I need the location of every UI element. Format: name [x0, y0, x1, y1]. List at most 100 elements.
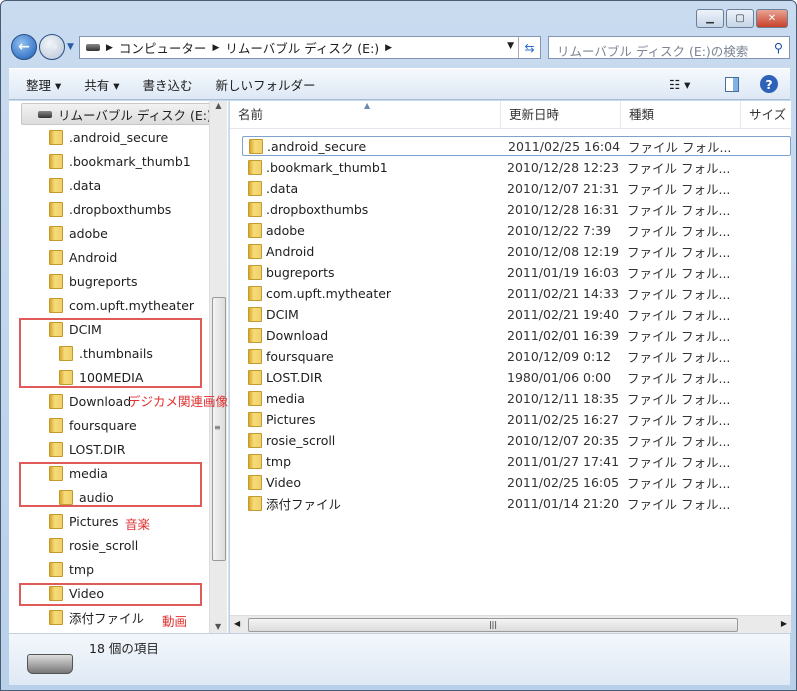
file-date: 2010/12/07 21:31: [507, 180, 620, 196]
view-options-icon[interactable]: ☷ ▾: [669, 77, 690, 92]
search-input[interactable]: リムーバブル ディスク (E:)の検索 ⚲: [548, 36, 790, 59]
address-bar[interactable]: ▶ コンピューター ▶ リムーバブル ディスク (E:) ▶ ▼ ⇆: [79, 36, 541, 59]
file-name: LOST.DIR: [266, 369, 323, 385]
file-row[interactable]: Download 2011/02/01 16:39 ファイル フォル...: [242, 325, 791, 345]
organize-button[interactable]: 整理 ▾: [26, 75, 61, 94]
tree-item-root[interactable]: リムーバブル ディスク (E:): [21, 103, 217, 125]
file-row[interactable]: LOST.DIR 1980/01/06 0:00 ファイル フォル...: [242, 367, 791, 387]
scroll-right-arrow[interactable]: ▶: [781, 619, 787, 628]
folder-icon: [248, 327, 262, 343]
file-type: ファイル フォル...: [627, 475, 731, 491]
file-date: 2011/01/27 17:41: [507, 453, 620, 469]
refresh-icon[interactable]: ⇆: [518, 37, 540, 58]
folder-icon: [248, 159, 262, 175]
tree-item[interactable]: rosie_scroll: [49, 534, 138, 556]
tree-item[interactable]: Download: [49, 390, 131, 412]
drive-icon: [86, 44, 100, 51]
folder-icon: [249, 138, 263, 154]
file-row[interactable]: foursquare 2010/12/09 0:12 ファイル フォル...: [242, 346, 791, 366]
drive-icon: [38, 110, 52, 118]
column-header-type[interactable]: 種類: [621, 101, 741, 129]
scroll-down-arrow[interactable]: ▼: [215, 622, 221, 631]
file-date: 2010/12/11 18:35: [507, 390, 620, 406]
folder-icon: [49, 249, 63, 265]
scroll-grip: ≡: [214, 423, 221, 432]
scroll-left-arrow[interactable]: ◀: [234, 619, 240, 628]
tree-item[interactable]: .dropboxthumbs: [49, 198, 171, 220]
folder-icon: [248, 474, 262, 490]
tree-item[interactable]: LOST.DIR: [49, 438, 125, 460]
file-type: ファイル フォル...: [627, 328, 731, 344]
file-row[interactable]: media 2010/12/11 18:35 ファイル フォル...: [242, 388, 791, 408]
breadcrumb-separator[interactable]: ▶: [106, 43, 113, 53]
file-row[interactable]: com.upft.mytheater 2011/02/21 14:33 ファイル フ…: [242, 283, 791, 303]
column-header-date[interactable]: 更新日時: [501, 101, 621, 129]
folder-icon: [49, 297, 63, 313]
scrollbar-thumb[interactable]: |||: [248, 618, 738, 632]
tree-item[interactable]: Android: [49, 246, 117, 268]
tree-item[interactable]: Pictures: [49, 510, 119, 532]
horizontal-scrollbar[interactable]: ◀ ||| ▶: [230, 615, 791, 633]
file-row[interactable]: rosie_scroll 2010/12/07 20:35 ファイル フォル...: [242, 430, 791, 450]
column-header-size[interactable]: サイズ: [741, 101, 797, 129]
file-type: ファイル フォル...: [627, 454, 731, 470]
file-row[interactable]: Android 2010/12/08 12:19 ファイル フォル...: [242, 241, 791, 261]
breadcrumb-separator[interactable]: ▶: [212, 43, 219, 53]
tree-item[interactable]: tmp: [49, 558, 94, 580]
back-button[interactable]: ←: [11, 34, 37, 60]
breadcrumb-computer[interactable]: コンピューター: [119, 38, 207, 57]
minimize-button[interactable]: ▁: [696, 9, 724, 28]
breadcrumb-removable-disk[interactable]: リムーバブル ディスク (E:): [225, 38, 379, 57]
tree-item-label: .dropboxthumbs: [69, 201, 172, 217]
scroll-up-arrow[interactable]: ▲: [210, 101, 227, 110]
file-row[interactable]: adobe 2010/12/22 7:39 ファイル フォル...: [242, 220, 791, 240]
file-name: media: [266, 390, 305, 406]
address-history-dropdown[interactable]: ▼: [507, 41, 514, 51]
file-row[interactable]: .data 2010/12/07 21:31 ファイル フォル...: [242, 178, 791, 198]
maximize-button[interactable]: ▢: [726, 9, 754, 28]
tree-item[interactable]: .bookmark_thumb1: [49, 150, 191, 172]
tree-item[interactable]: .data: [49, 174, 101, 196]
forward-button[interactable]: →: [39, 34, 65, 60]
folder-icon: [49, 441, 63, 457]
folder-icon: [49, 153, 63, 169]
command-bar: 整理 ▾ 共有 ▾ 書き込む 新しいフォルダー ☷ ▾ ?: [9, 68, 790, 100]
file-date: 2011/02/25 16:04: [508, 138, 621, 154]
tree-item-label: Pictures: [69, 513, 119, 529]
help-icon[interactable]: ?: [760, 75, 778, 93]
file-row[interactable]: Pictures 2011/02/25 16:27 ファイル フォル...: [242, 409, 791, 429]
file-row[interactable]: bugreports 2011/01/19 16:03 ファイル フォル...: [242, 262, 791, 282]
tree-item[interactable]: bugreports: [49, 270, 137, 292]
tree-item[interactable]: .android_secure: [49, 126, 168, 148]
folder-icon: [49, 393, 63, 409]
file-type: ファイル フォル...: [627, 496, 731, 512]
tree-item[interactable]: com.upft.mytheater: [49, 294, 194, 316]
file-row[interactable]: Video 2011/02/25 16:05 ファイル フォル...: [242, 472, 791, 492]
share-button[interactable]: 共有 ▾: [84, 75, 119, 94]
file-row[interactable]: DCIM 2011/02/21 19:40 ファイル フォル...: [242, 304, 791, 324]
file-date: 2011/01/14 21:20: [507, 495, 620, 511]
tree-item[interactable]: foursquare: [49, 414, 137, 436]
nav-buttons: ← → ▼: [11, 34, 74, 60]
folder-icon: [49, 177, 63, 193]
column-header-name[interactable]: 名前 ▲: [230, 101, 501, 129]
tree-item-label: foursquare: [69, 417, 137, 433]
close-button[interactable]: ✕: [756, 9, 788, 28]
file-row[interactable]: .dropboxthumbs 2010/12/28 16:31 ファイル フォル..…: [242, 199, 791, 219]
file-row[interactable]: .android_secure 2011/02/25 16:04 ファイル フォル.…: [242, 136, 791, 156]
highlight-box-dcim: [19, 318, 202, 388]
tree-item[interactable]: 添付ファイル: [49, 606, 144, 628]
file-type: ファイル フォル...: [627, 286, 731, 302]
preview-pane-icon[interactable]: [725, 76, 739, 92]
search-icon[interactable]: ⚲: [774, 40, 783, 55]
navigation-pane-scrollbar[interactable]: ▲ ≡ ▼: [209, 101, 227, 633]
breadcrumb-separator[interactable]: ▶: [385, 43, 392, 53]
file-date: 2011/02/21 14:33: [507, 285, 620, 301]
file-row[interactable]: 添付ファイル 2011/01/14 21:20 ファイル フォル...: [242, 493, 791, 513]
recent-pages-dropdown[interactable]: ▼: [67, 42, 74, 52]
new-folder-button[interactable]: 新しいフォルダー: [216, 75, 316, 94]
tree-item[interactable]: adobe: [49, 222, 108, 244]
burn-button[interactable]: 書き込む: [143, 75, 193, 94]
file-row[interactable]: .bookmark_thumb1 2010/12/28 12:23 ファイル フォル…: [242, 157, 791, 177]
file-row[interactable]: tmp 2011/01/27 17:41 ファイル フォル...: [242, 451, 791, 471]
